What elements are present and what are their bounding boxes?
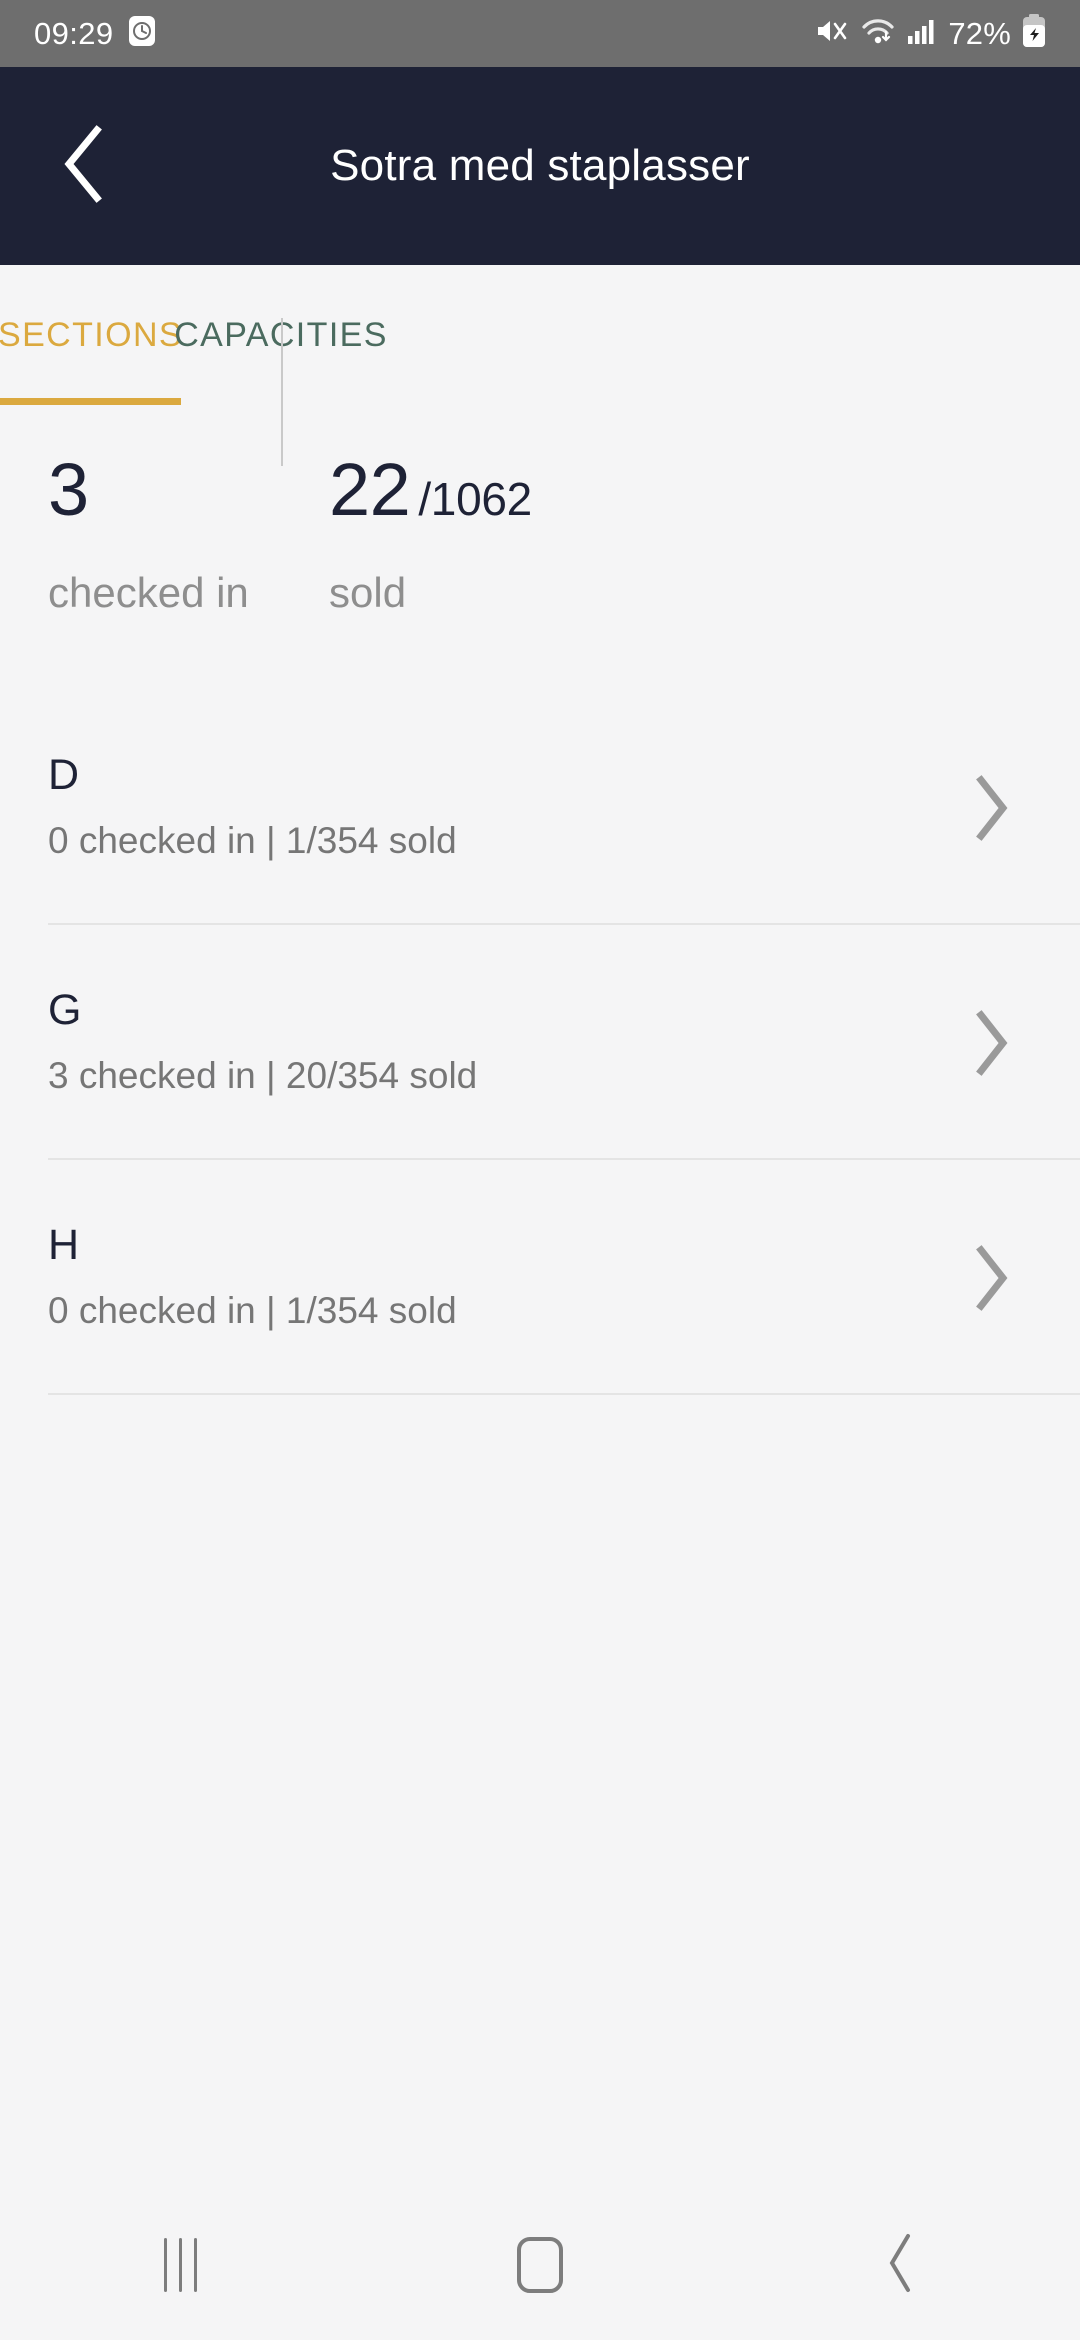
chevron-right-icon[interactable] xyxy=(956,1243,1026,1313)
android-navigation-bar xyxy=(0,2190,1080,2340)
row-text: G 3 checked in | 20/354 sold xyxy=(48,985,956,1097)
home-icon xyxy=(517,2237,563,2293)
section-name: G xyxy=(48,985,82,1034)
sold-label: sold xyxy=(329,569,407,616)
section-detail: 0 checked in | 1/354 sold xyxy=(48,1290,457,1332)
status-bar-left: 09:29 xyxy=(34,15,156,52)
nav-back-icon xyxy=(882,2232,918,2299)
tab-active-indicator xyxy=(0,398,181,405)
section-name: H xyxy=(48,1220,80,1269)
summary-stats: 3 checked in 22 /1062 sold xyxy=(0,405,1080,685)
wifi-icon xyxy=(860,16,896,51)
chevron-right-icon[interactable] xyxy=(956,773,1026,843)
row-divider xyxy=(48,1393,1080,1395)
sections-list: D 0 checked in | 1/354 sold G 3 checked … xyxy=(0,690,1080,1395)
row-text: D 0 checked in | 1/354 sold xyxy=(48,750,956,862)
tab-sections[interactable]: SECTIONS xyxy=(0,265,184,405)
status-time: 09:29 xyxy=(34,15,114,51)
checked-in-number: 3 xyxy=(48,448,89,531)
home-button[interactable] xyxy=(465,2190,615,2340)
status-bar: 09:29 72% xyxy=(0,0,1080,67)
page-title: Sotra med staplasser xyxy=(330,141,750,190)
app-bar: Sotra med staplasser xyxy=(0,67,1080,265)
stat-sold-value: 22 /1062 xyxy=(329,453,761,527)
alarm-clock-icon xyxy=(128,15,156,52)
status-bar-right: 72% xyxy=(815,14,1046,53)
recents-button[interactable] xyxy=(105,2190,255,2340)
tab-bar: SECTIONS CAPACITIES xyxy=(0,265,1080,405)
stat-checked-in-value: 3 xyxy=(48,453,281,527)
phone-screen: 09:29 72% Sotra med staplasser SECTIONS … xyxy=(0,0,1080,2340)
mute-icon xyxy=(815,16,849,51)
section-detail: 3 checked in | 20/354 sold xyxy=(48,1055,478,1097)
cellular-signal-icon xyxy=(907,16,937,51)
battery-charging-icon xyxy=(1022,14,1046,53)
table-row[interactable]: H 0 checked in | 1/354 sold xyxy=(0,1160,1080,1395)
tab-sections-label: SECTIONS xyxy=(0,315,184,354)
recents-icon xyxy=(163,2238,197,2292)
chevron-right-icon[interactable] xyxy=(956,1008,1026,1078)
stats-divider xyxy=(281,318,283,466)
stat-sold: 22 /1062 sold xyxy=(281,405,761,685)
checked-in-label: checked in xyxy=(48,569,249,616)
table-row[interactable]: G 3 checked in | 20/354 sold xyxy=(0,925,1080,1160)
section-name: D xyxy=(48,750,80,799)
nav-back-button[interactable] xyxy=(825,2190,975,2340)
sold-number: 22 xyxy=(329,448,411,531)
table-row[interactable]: D 0 checked in | 1/354 sold xyxy=(0,690,1080,925)
sold-total: /1062 xyxy=(418,473,532,525)
row-text: H 0 checked in | 1/354 sold xyxy=(48,1220,956,1332)
battery-percent-label: 72% xyxy=(948,15,1011,51)
section-detail: 0 checked in | 1/354 sold xyxy=(48,820,457,862)
stat-checked-in: 3 checked in xyxy=(0,405,281,685)
